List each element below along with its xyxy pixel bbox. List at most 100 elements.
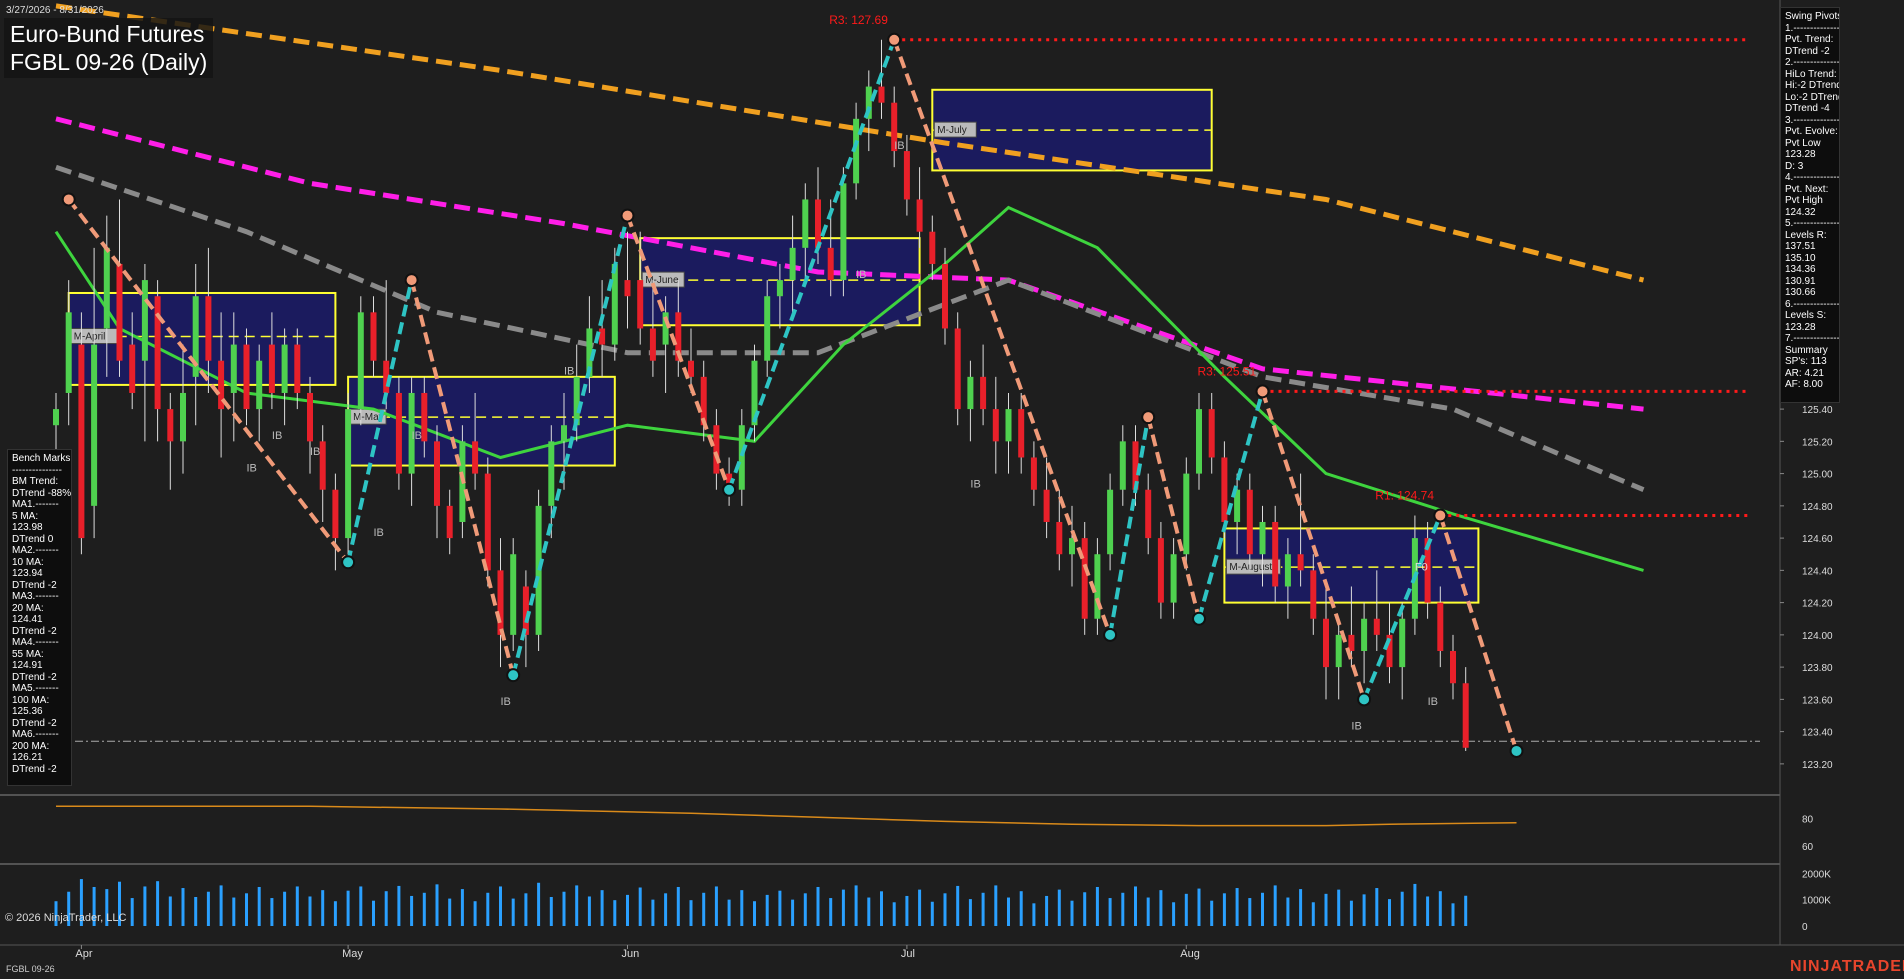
swing-low-pivot xyxy=(506,668,521,683)
y-tick-label: 124.00 xyxy=(1802,631,1833,642)
bench-panel-line: DTrend -2 xyxy=(12,717,57,729)
candle-body xyxy=(65,312,72,393)
candle-body xyxy=(878,86,885,103)
candle-body xyxy=(116,263,123,361)
resistance-label: R3: 125.51 xyxy=(1198,364,1257,378)
candle-body xyxy=(256,360,263,410)
candle-body xyxy=(268,344,275,393)
candle-body xyxy=(1399,618,1406,668)
candle-body xyxy=(205,296,212,361)
ib-label: IB xyxy=(247,462,257,474)
swing-low-pivot xyxy=(1357,692,1372,707)
candle-body xyxy=(764,296,771,361)
candle-body xyxy=(688,360,694,377)
candle-body xyxy=(815,199,821,248)
swing-high-pivot xyxy=(1433,508,1448,523)
chart-title-line1: Euro-Bund Futures xyxy=(10,21,205,47)
candle-body xyxy=(1272,521,1279,587)
x-tick-label: May xyxy=(342,948,363,960)
candle-body xyxy=(1043,489,1050,522)
swing-panel-line: 123.28 xyxy=(1785,321,1816,333)
candle-body xyxy=(1310,570,1317,619)
bench-panel-line: DTrend -88% xyxy=(12,487,72,499)
swing-panel-line: AR: 4.21 xyxy=(1785,367,1824,379)
swing-panel-line: AF: 8.00 xyxy=(1785,379,1823,390)
candle-body xyxy=(395,392,402,474)
candle-body xyxy=(738,425,745,490)
oscillator-tick-label: 80 xyxy=(1802,815,1814,826)
swing-panel-line: 123.28 xyxy=(1785,149,1816,160)
bench-panel-line: DTrend -2 xyxy=(12,763,57,775)
candle-body xyxy=(802,199,809,248)
monthly-box-label: M-April xyxy=(74,332,106,343)
x-tick-label: Aug xyxy=(1180,948,1200,960)
bench-panel-line: 200 MA: xyxy=(12,740,50,752)
candle-body xyxy=(637,280,644,329)
oscillator-tick-label: 60 xyxy=(1802,842,1814,853)
bench-panel-line: DTrend 0 xyxy=(12,533,54,545)
candle-body xyxy=(1437,602,1444,651)
swing-panel-line: Levels S: xyxy=(1785,310,1827,321)
y-tick-label: 124.40 xyxy=(1802,566,1833,577)
y-tick-label: 123.20 xyxy=(1802,760,1833,771)
candle-body xyxy=(1221,457,1228,522)
resistance-label: R1: 124.74 xyxy=(1375,489,1434,503)
swing-panel-line: Hi:-2 DTrend xyxy=(1785,80,1840,91)
bench-panel-line: 20 MA: xyxy=(12,602,44,614)
bench-panel-line: 123.98 xyxy=(12,522,43,533)
swing-low-pivot xyxy=(1509,743,1524,758)
bench-panel-line: 100 MA: xyxy=(12,694,50,706)
bench-panel-line: DTrend -2 xyxy=(12,671,57,683)
candle-body xyxy=(903,151,910,200)
bench-panel-line: Bench Marks xyxy=(12,453,71,464)
candle-body xyxy=(1183,473,1190,555)
swing-panel-line: HiLo Trend: xyxy=(1785,68,1837,80)
candle-body xyxy=(1361,618,1368,651)
ib-label: IB xyxy=(970,478,980,490)
bench-panel-line: MA1.------- xyxy=(12,499,59,510)
x-tick-label: Jun xyxy=(622,948,640,960)
bench-panel-line: 124.41 xyxy=(12,614,43,625)
ib-label: IB xyxy=(1428,696,1438,708)
y-tick-label: 124.60 xyxy=(1802,534,1833,545)
swing-panel-line: Pvt. Trend: xyxy=(1785,34,1834,45)
candle-body xyxy=(1145,489,1152,539)
volume-tick-label: 0 xyxy=(1802,922,1808,933)
swing-panel-line: 7.--------------- xyxy=(1785,333,1840,344)
candle-body xyxy=(1107,489,1114,555)
candle-body xyxy=(281,344,288,393)
swing-high-pivot xyxy=(404,273,419,288)
bench-panel-line: 124.91 xyxy=(12,660,43,671)
bench-panel-line: MA6.------- xyxy=(12,729,59,740)
ib-label: IB xyxy=(894,140,904,152)
swing-low-pivot xyxy=(341,555,356,570)
candle-body xyxy=(954,328,961,410)
swing-panel-line: 2.--------------- xyxy=(1785,57,1840,68)
bench-panel-line: DTrend -2 xyxy=(12,579,57,591)
candle-body xyxy=(78,344,85,539)
candle-body xyxy=(1259,521,1266,555)
candle-body xyxy=(103,247,110,329)
bench-panel-line: DTrend -2 xyxy=(12,625,57,637)
candle-body xyxy=(1335,634,1342,668)
swing-pivots-panel: Swing Pivots 1.--------------- Pvt. Trend:… xyxy=(1780,7,1840,403)
candle-body xyxy=(649,328,656,361)
candle-body xyxy=(942,263,948,329)
candle-body xyxy=(827,247,834,281)
candle-body xyxy=(243,344,250,410)
swing-panel-line: DTrend -4 xyxy=(1785,103,1830,114)
candle-body xyxy=(510,554,517,635)
candle-body xyxy=(1462,683,1469,748)
candle-body xyxy=(91,344,98,506)
candle-body xyxy=(319,441,326,490)
bench-panel-line: 123.94 xyxy=(12,568,43,579)
swing-high-pivot xyxy=(887,32,902,47)
bench-panel-line: 5 MA: xyxy=(12,510,39,522)
candle-body xyxy=(497,570,504,635)
y-tick-label: 123.60 xyxy=(1802,695,1833,706)
ib-label: IB xyxy=(501,696,511,708)
swing-high-pivot xyxy=(61,192,76,207)
y-tick-label: 125.20 xyxy=(1802,437,1833,448)
candle-body xyxy=(1018,409,1025,458)
swing-panel-line: 130.66 xyxy=(1785,287,1816,298)
